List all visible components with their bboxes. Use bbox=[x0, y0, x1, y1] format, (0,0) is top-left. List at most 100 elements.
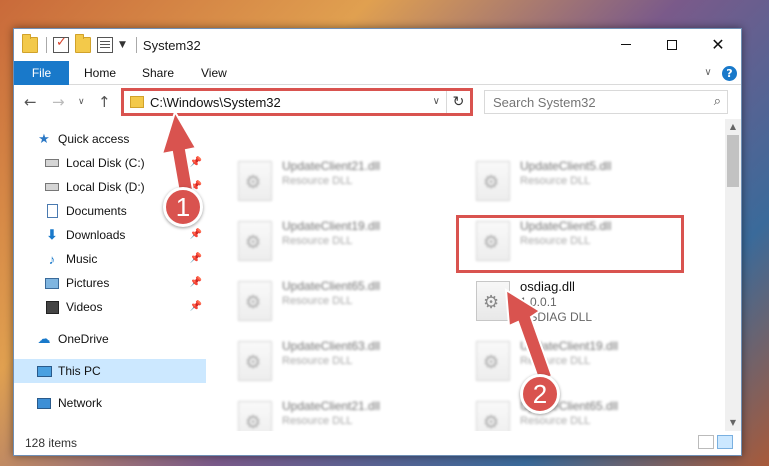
file-name: UpdateClient63.dll bbox=[282, 339, 381, 353]
new-folder-icon[interactable] bbox=[75, 34, 91, 53]
title-bar: ▼ System32 ✕ bbox=[14, 29, 741, 61]
sidebar-item-downloads[interactable]: ⬇ Downloads 📌 bbox=[14, 223, 206, 247]
file-description: Resource DLL bbox=[282, 355, 353, 367]
minimize-button[interactable] bbox=[603, 29, 649, 60]
quick-access-toolbar: ▼ System32 bbox=[22, 34, 201, 53]
vertical-scrollbar[interactable]: ▲ ▼ bbox=[725, 119, 741, 431]
file-item[interactable]: ⚙ UpdateClient19.dll Resource DLL bbox=[238, 217, 458, 269]
sidebar-item-videos[interactable]: Videos 📌 bbox=[14, 295, 206, 319]
file-item[interactable]: ⚙ UpdateClient63.dll Resource DLL bbox=[238, 337, 458, 389]
sidebar-item-quick-access[interactable]: ★ Quick access bbox=[14, 127, 206, 151]
sidebar-item-label: Pictures bbox=[66, 276, 110, 290]
refresh-icon[interactable]: ↻ bbox=[446, 91, 470, 113]
file-description: Resource DLL bbox=[282, 295, 353, 307]
sidebar-item-label: Quick access bbox=[58, 132, 130, 146]
customize-toolbar-chevron-icon[interactable]: ▼ bbox=[119, 40, 126, 50]
file-version: 1.0.0.1 bbox=[520, 295, 557, 309]
sidebar-item-onedrive[interactable]: ☁ OneDrive bbox=[14, 327, 206, 351]
cloud-icon: ☁ bbox=[37, 331, 51, 346]
file-item[interactable]: ⚙ UpdateClient21.dll Resource DLL bbox=[238, 397, 458, 431]
tab-file[interactable]: File bbox=[14, 61, 69, 85]
sidebar-item-this-pc[interactable]: This PC bbox=[14, 359, 206, 383]
scroll-down-arrow-icon[interactable]: ▼ bbox=[725, 415, 741, 431]
toolbar-divider bbox=[135, 37, 137, 53]
sidebar-item-pictures[interactable]: Pictures 📌 bbox=[14, 271, 206, 295]
file-description: Resource DLL bbox=[282, 175, 353, 187]
file-name: UpdateClient19.dll bbox=[282, 219, 381, 233]
file-item[interactable]: ⚙ UpdateClient19.dll Resource DLL bbox=[476, 337, 696, 389]
sidebar-item-label: Local Disk (C:) bbox=[66, 156, 145, 170]
sidebar-item-local-disk-c[interactable]: Local Disk (C:) 📌 bbox=[14, 151, 206, 175]
sidebar-item-network[interactable]: Network bbox=[14, 391, 206, 415]
help-icon[interactable]: ? bbox=[722, 65, 737, 81]
scroll-thumb[interactable] bbox=[727, 135, 739, 187]
file-name: UpdateClient5.dll bbox=[520, 159, 612, 173]
gear-icon: ⚙ bbox=[483, 172, 500, 193]
search-input[interactable] bbox=[485, 91, 695, 113]
computer-icon bbox=[36, 363, 52, 379]
properties-icon[interactable] bbox=[97, 37, 113, 53]
dll-file-icon: ⚙ bbox=[476, 161, 510, 201]
gear-icon: ⚙ bbox=[245, 172, 262, 193]
back-arrow-icon[interactable]: ← bbox=[24, 93, 37, 111]
dll-file-icon: ⚙ bbox=[476, 401, 510, 431]
scroll-up-arrow-icon[interactable]: ▲ bbox=[725, 119, 741, 135]
address-path[interactable]: C:\Windows\System32 bbox=[150, 95, 281, 110]
pin-icon[interactable]: 📌 bbox=[190, 253, 202, 264]
gear-icon: ⚙ bbox=[483, 292, 500, 313]
search-box[interactable]: ⌕ bbox=[484, 90, 728, 114]
dll-file-icon: ⚙ bbox=[476, 341, 510, 381]
step-1-badge: 1 bbox=[163, 187, 203, 227]
sidebar-item-label: Network bbox=[58, 396, 103, 410]
gear-icon: ⚙ bbox=[245, 412, 262, 431]
gear-icon: ⚙ bbox=[245, 232, 262, 253]
properties-check-icon[interactable] bbox=[53, 35, 69, 53]
pin-icon[interactable]: 📌 bbox=[190, 157, 202, 168]
pin-icon[interactable]: 📌 bbox=[190, 229, 202, 240]
file-item[interactable]: ⚙ UpdateClient65.dll Resource DLL bbox=[476, 397, 696, 431]
file-item[interactable]: ⚙ UpdateClient21.dll Resource DLL bbox=[238, 157, 458, 209]
gear-icon: ⚙ bbox=[483, 352, 500, 373]
file-description: Resource DLL bbox=[520, 355, 591, 367]
address-bar[interactable]: C:\Windows\System32 ∨ ↻ bbox=[121, 88, 473, 116]
up-arrow-icon[interactable]: ↑ bbox=[98, 93, 111, 111]
file-name: UpdateClient65.dll bbox=[282, 279, 381, 293]
ribbon-right-controls: ∨ ? bbox=[700, 65, 737, 81]
close-icon: ✕ bbox=[711, 35, 725, 54]
ribbon-tabs: File Home Share View ∨ ? bbox=[14, 61, 741, 85]
status-bar: 128 items bbox=[14, 431, 741, 455]
file-item-osdiag[interactable]: ⚙ osdiag.dll 1.0.0.1 OSDIAG DLL bbox=[476, 277, 696, 329]
recent-locations-chevron-icon[interactable]: ∨ bbox=[78, 97, 85, 107]
tiles-view-icon[interactable] bbox=[717, 435, 733, 449]
sidebar-item-music[interactable]: ♪ Music 📌 bbox=[14, 247, 206, 271]
file-item[interactable]: ⚙ UpdateClient65.dll Resource DLL bbox=[238, 277, 458, 329]
window-title: System32 bbox=[142, 37, 201, 53]
details-view-icon[interactable] bbox=[698, 435, 714, 449]
network-icon bbox=[36, 395, 52, 411]
disk-icon bbox=[44, 155, 60, 171]
file-item[interactable]: ⚙ UpdateClient5.dll Resource DLL bbox=[476, 157, 696, 209]
download-icon: ⬇ bbox=[46, 227, 58, 242]
navigation-bar: ← → ∨ ↑ C:\Windows\System32 ∨ ↻ ⌕ bbox=[14, 85, 741, 119]
dll-file-icon: ⚙ bbox=[238, 281, 272, 321]
dll-file-icon: ⚙ bbox=[238, 161, 272, 201]
maximize-button[interactable] bbox=[649, 29, 695, 60]
tab-share[interactable]: Share bbox=[142, 61, 174, 85]
pin-icon[interactable]: 📌 bbox=[190, 277, 202, 288]
folder-icon bbox=[22, 34, 38, 53]
address-dropdown-chevron-icon[interactable]: ∨ bbox=[433, 96, 440, 107]
dll-file-icon: ⚙ bbox=[238, 341, 272, 381]
file-description: Resource DLL bbox=[282, 415, 353, 427]
sidebar-item-label: OneDrive bbox=[58, 332, 109, 346]
forward-arrow-icon[interactable]: → bbox=[52, 93, 65, 111]
step-2-badge: 2 bbox=[520, 374, 560, 414]
expand-ribbon-chevron-icon[interactable]: ∨ bbox=[700, 65, 716, 81]
tab-home[interactable]: Home bbox=[84, 61, 116, 85]
file-description: Resource DLL bbox=[520, 175, 591, 187]
star-icon: ★ bbox=[38, 131, 50, 146]
tab-view[interactable]: View bbox=[201, 61, 227, 85]
pin-icon[interactable]: 📌 bbox=[190, 301, 202, 312]
maximize-icon bbox=[667, 39, 677, 50]
close-button[interactable]: ✕ bbox=[695, 29, 741, 60]
file-name: UpdateClient19.dll bbox=[520, 339, 619, 353]
